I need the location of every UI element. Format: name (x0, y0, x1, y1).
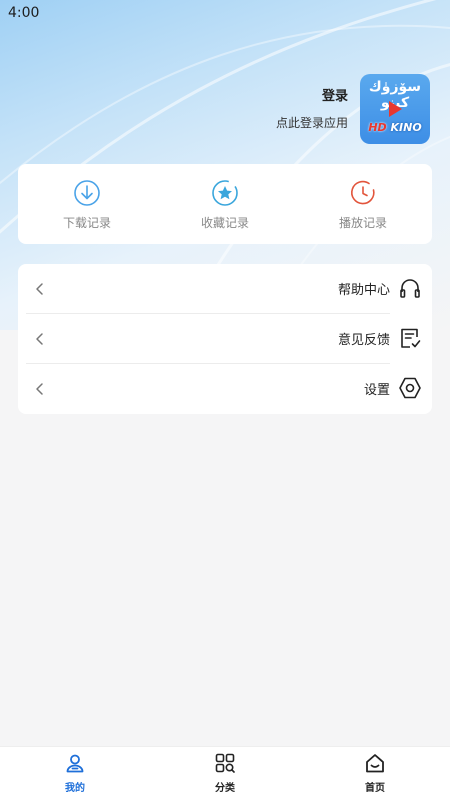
play-icon (389, 101, 402, 117)
logo-hd-text: HD (368, 121, 387, 134)
menu-item-feedback[interactable]: 意见反馈 (18, 314, 432, 364)
chevron-left-icon (36, 333, 43, 345)
menu-card: 帮助中心 意见反馈 设置 (18, 264, 432, 414)
menu-item-label: 设置 (363, 383, 390, 398)
login-title[interactable]: 登录 (276, 87, 348, 107)
menu-item-label: 意见反馈 (337, 333, 390, 348)
download-records-button[interactable]: 下载记录 (18, 164, 156, 244)
status-bar-time: 4:00 (8, 5, 40, 21)
star-icon (212, 180, 238, 206)
chevron-left-icon (36, 383, 43, 395)
menu-item-settings[interactable]: 设置 (18, 364, 432, 414)
app-logo[interactable]: سۆزۈك كىنو HD KINO (360, 74, 430, 144)
menu-item-help-center[interactable]: 帮助中心 (18, 264, 432, 314)
logo-brand-text: HD KINO (360, 121, 430, 134)
clock-icon (351, 180, 375, 205)
records-card: 下载记录 收藏记录 播放记录 (18, 164, 432, 244)
nav-tab-home[interactable]: 首页 (300, 747, 450, 800)
login-subtitle[interactable]: 点此登录应用 (276, 115, 348, 131)
user-icon (66, 754, 84, 773)
profile-login-area[interactable]: 登录 点此登录应用 سۆزۈك كىنو HD KINO (276, 74, 430, 144)
profile-text[interactable]: 登录 点此登录应用 (276, 87, 348, 131)
favorite-records-button[interactable]: 收藏记录 (156, 164, 294, 244)
home-icon (366, 754, 384, 773)
headset-icon (400, 279, 420, 298)
download-records-label: 下载记录 (62, 216, 111, 230)
play-records-button[interactable]: 播放记录 (294, 164, 432, 244)
menu-item-label: 帮助中心 (337, 283, 390, 298)
settings-hexagon-icon (399, 377, 421, 399)
logo-kino-text: KINO (390, 121, 422, 134)
grid-search-icon (215, 753, 235, 773)
download-icon (74, 180, 100, 206)
nav-tab-category[interactable]: 分类 (150, 747, 300, 800)
play-records-label: 播放记录 (338, 216, 387, 230)
bottom-navigation: 我的 分类 首页 (0, 746, 450, 800)
nav-tab-label: 我的 (65, 783, 85, 794)
nav-tab-mine[interactable]: 我的 (0, 747, 150, 800)
chevron-left-icon (36, 283, 43, 295)
nav-tab-label: 分类 (215, 783, 235, 794)
feedback-icon (401, 328, 421, 348)
nav-tab-label: 首页 (365, 783, 385, 794)
favorite-records-label: 收藏记录 (200, 216, 249, 230)
